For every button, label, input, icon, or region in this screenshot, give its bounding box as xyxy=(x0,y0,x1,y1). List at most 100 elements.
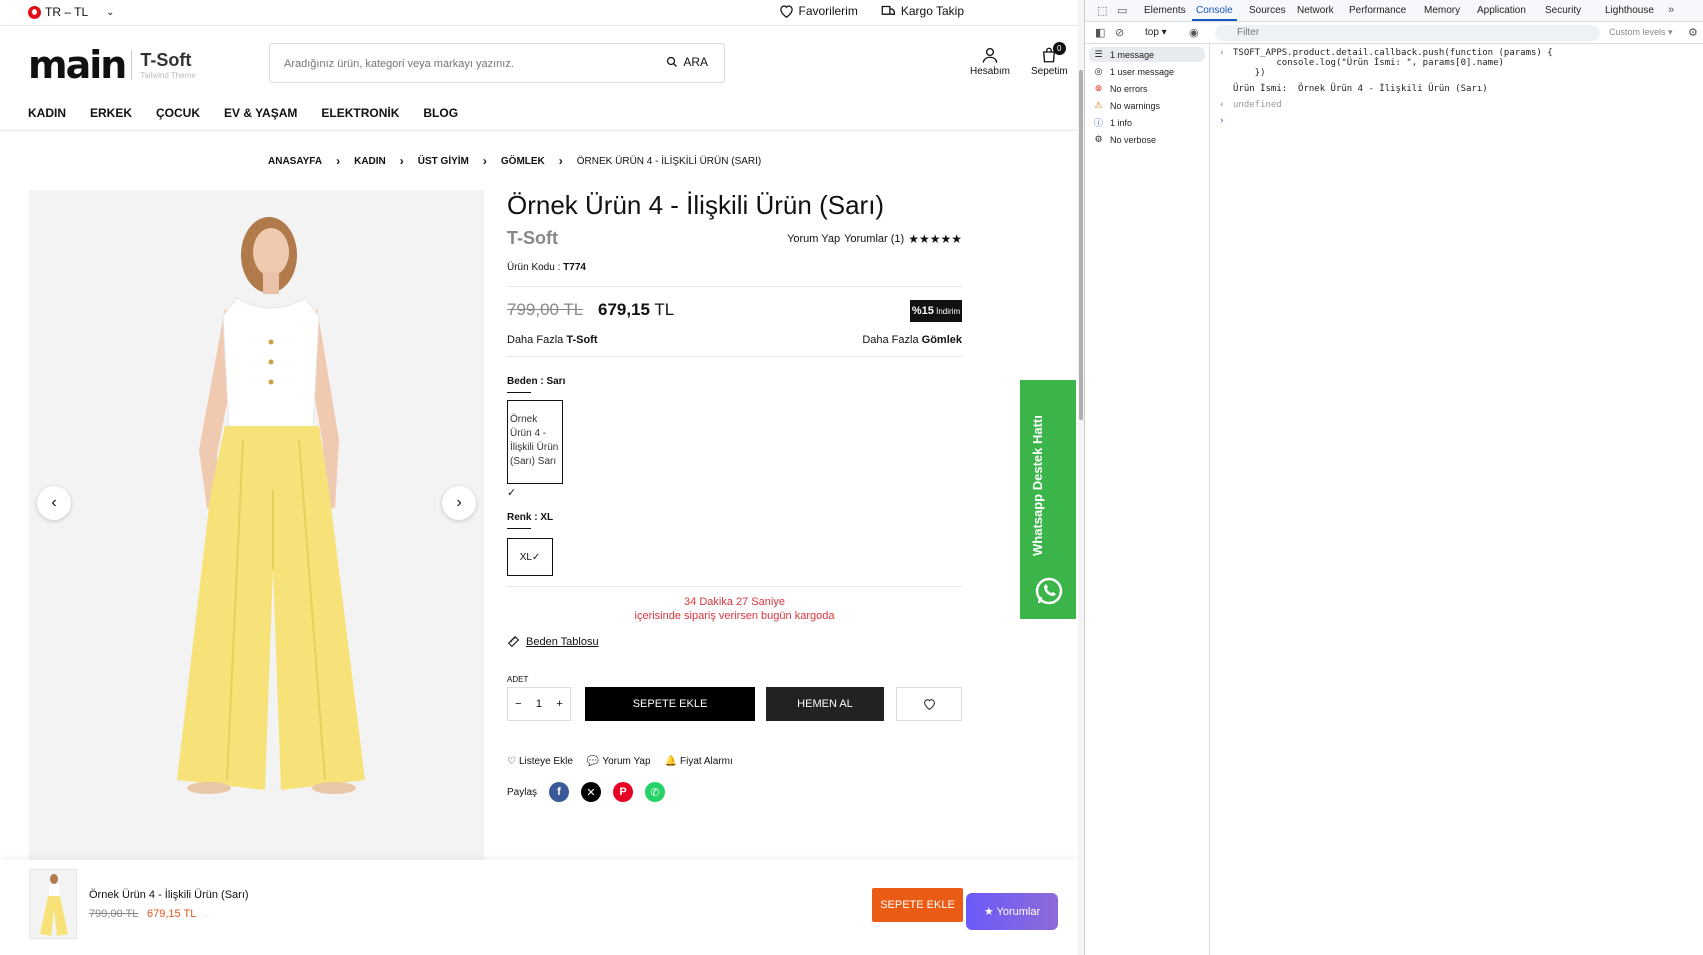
review-link[interactable]: Yorum Yap xyxy=(787,233,840,245)
sidebar-item-user-messages[interactable]: ◎ 1 user message xyxy=(1093,66,1174,77)
more-category-link[interactable]: Daha Fazla Gömlek xyxy=(862,334,962,346)
more-tabs-icon[interactable]: » xyxy=(1668,4,1674,16)
console-prompt-icon[interactable]: › xyxy=(1219,116,1224,126)
context-selector[interactable]: top ▾ xyxy=(1145,27,1167,38)
account-link[interactable]: Hesabım xyxy=(970,46,1010,77)
nav-item-cocuk[interactable]: ÇOCUK xyxy=(156,106,200,120)
buy-now-button[interactable]: HEMEN AL xyxy=(766,687,884,721)
tab-performance[interactable]: Performance xyxy=(1349,5,1406,16)
divider xyxy=(507,286,962,287)
whatsapp-icon xyxy=(1035,577,1063,605)
whatsapp-icon[interactable]: ✆ xyxy=(645,782,666,802)
sidebar-item-messages[interactable]: ☰ 1 message xyxy=(1093,49,1154,60)
product-photo xyxy=(29,190,484,860)
verbose-icon: ⚙ xyxy=(1094,134,1103,144)
console-return-value: undefined xyxy=(1233,100,1282,110)
write-review-label: Yorum Yap xyxy=(602,756,651,767)
add-to-list-link[interactable]: ♡ Listeye Ekle xyxy=(507,756,573,767)
sidebar-toggle-icon[interactable]: ◧ xyxy=(1095,26,1105,39)
sidebar-item-label: No warnings xyxy=(1110,100,1161,111)
product-gallery[interactable]: ‹ › xyxy=(29,190,484,860)
add-to-cart-button[interactable]: SEPETE EKLE xyxy=(585,687,755,721)
devtools-panel: ⬚ ▭ Elements Console Sources Network Per… xyxy=(1084,0,1703,955)
increase-button[interactable]: + xyxy=(556,698,562,710)
discount-value: %15 xyxy=(911,305,934,317)
share-label: Paylaş xyxy=(507,786,538,798)
sidebar-item-errors[interactable]: ⊗ No errors xyxy=(1093,83,1148,94)
nav-item-ev-yasam[interactable]: EV & YAŞAM xyxy=(224,106,297,120)
tab-sources[interactable]: Sources xyxy=(1249,5,1286,16)
more-brand-link[interactable]: Daha Fazla T-Soft xyxy=(507,334,598,346)
nav-item-blog[interactable]: BLOG xyxy=(423,106,458,120)
search-button[interactable]: ARA xyxy=(666,55,708,69)
size-table-label: Beden Tablosu xyxy=(526,635,599,648)
sticky-add-to-cart-button[interactable]: SEPETE EKLE xyxy=(872,888,963,922)
tab-memory[interactable]: Memory xyxy=(1424,5,1460,16)
star-rating-icon: ★★★★★ xyxy=(908,232,962,246)
sidebar-item-verbose[interactable]: ⚙ No verbose xyxy=(1093,134,1156,145)
device-toggle-icon[interactable]: ▭ xyxy=(1117,4,1127,17)
favorites-link[interactable]: Favorilerim xyxy=(779,4,858,18)
product-brand[interactable]: T-Soft xyxy=(507,228,558,249)
sidebar-item-label: No verbose xyxy=(1110,134,1157,145)
nav-item-kadin[interactable]: KADIN xyxy=(28,106,66,120)
cart-link[interactable]: 0 Sepetim xyxy=(1031,42,1068,77)
console-input-line: TSOFT_APPS.product.detail.callback.push(… xyxy=(1233,48,1553,58)
pinterest-icon[interactable]: P xyxy=(613,782,634,802)
decrease-button[interactable]: − xyxy=(515,698,521,710)
reviews-count[interactable]: Yorumlar (1) xyxy=(844,233,904,245)
facebook-icon[interactable]: f xyxy=(549,782,570,802)
tab-application[interactable]: Application xyxy=(1477,5,1526,16)
size-table-link[interactable]: Beden Tablosu xyxy=(507,635,599,648)
eye-icon[interactable]: ◉ xyxy=(1189,26,1199,39)
sidebar-item-warnings[interactable]: ⚠ No warnings xyxy=(1093,100,1160,111)
write-review-link[interactable]: 💬 Yorum Yap xyxy=(587,756,651,767)
countdown-text: içerisinde sipariş verirsen bugün kargod… xyxy=(634,610,835,622)
favorite-button[interactable] xyxy=(896,687,962,721)
search-input[interactable] xyxy=(284,54,644,74)
gallery-prev-button[interactable]: ‹ xyxy=(37,486,71,520)
error-icon: ⊗ xyxy=(1094,83,1103,93)
breadcrumb-item[interactable]: KADIN xyxy=(354,156,386,167)
console-output[interactable]: › TSOFT_APPS.product.detail.callback.pus… xyxy=(1211,44,1703,955)
console-filter-input[interactable]: Filter xyxy=(1215,25,1600,41)
product-code-label: Ürün Kodu : xyxy=(507,262,561,273)
gear-icon[interactable]: ⚙ xyxy=(1688,26,1698,39)
breadcrumb-item[interactable]: GÖMLEK xyxy=(501,156,545,167)
user-icon xyxy=(982,47,998,63)
turkey-flag-icon xyxy=(28,5,41,19)
sidebar-item-info[interactable]: ⓘ 1 info xyxy=(1093,117,1132,129)
variant-swatch-image[interactable]: Örnek Ürün 4 - İlişkili Ürün (Sarı) Sarı xyxy=(507,400,563,484)
console-input-line: console.log("Ürün İsmi: ", params[0].nam… xyxy=(1233,58,1504,68)
new-price: 679,15 TL xyxy=(598,300,674,320)
quantity-value[interactable]: 1 xyxy=(536,698,542,710)
log-levels-label: Custom levels xyxy=(1609,27,1666,37)
nav-item-erkek[interactable]: ERKEK xyxy=(90,106,132,120)
tab-network[interactable]: Network xyxy=(1297,5,1334,16)
nav-divider xyxy=(0,129,1078,133)
nav-item-elektronik[interactable]: ELEKTRONİK xyxy=(321,106,399,120)
logo-sub: Tailwind Theme xyxy=(140,71,196,80)
tab-elements[interactable]: Elements xyxy=(1144,5,1186,16)
reviews-button[interactable]: ★ Yorumlar xyxy=(966,893,1058,930)
whatsapp-support-tab[interactable]: Whatsapp Destek Hattı xyxy=(1020,380,1076,619)
scrollbar-thumb[interactable] xyxy=(1079,70,1083,420)
x-twitter-icon[interactable]: ✕ xyxy=(581,782,602,802)
bell-icon: 🔔 xyxy=(664,756,677,767)
breadcrumb-item[interactable]: ANASAYFA xyxy=(268,156,322,167)
breadcrumb-item[interactable]: ÜST GİYİM xyxy=(418,156,469,167)
cargo-tracking-link[interactable]: Kargo Takip xyxy=(880,4,964,18)
logo-divider xyxy=(131,50,133,80)
tab-security[interactable]: Security xyxy=(1545,5,1581,16)
log-levels-dropdown[interactable]: Custom levels ▾ xyxy=(1609,27,1673,38)
tab-console[interactable]: Console xyxy=(1192,5,1237,21)
chevron-right-icon: › xyxy=(336,154,341,168)
tab-lighthouse[interactable]: Lighthouse xyxy=(1605,5,1654,16)
size-option-xl[interactable]: XL ✓ xyxy=(507,538,553,576)
gallery-next-button[interactable]: › xyxy=(442,486,476,520)
currency-selector[interactable]: TR – TL ⌄ xyxy=(28,5,115,19)
site-logo[interactable]: main T-Soft Tailwind Theme xyxy=(28,46,196,84)
inspect-icon[interactable]: ⬚ xyxy=(1097,4,1107,17)
clear-console-icon[interactable]: ⊘ xyxy=(1115,26,1124,39)
price-alert-link[interactable]: 🔔 Fiyat Alarmı xyxy=(665,756,733,767)
